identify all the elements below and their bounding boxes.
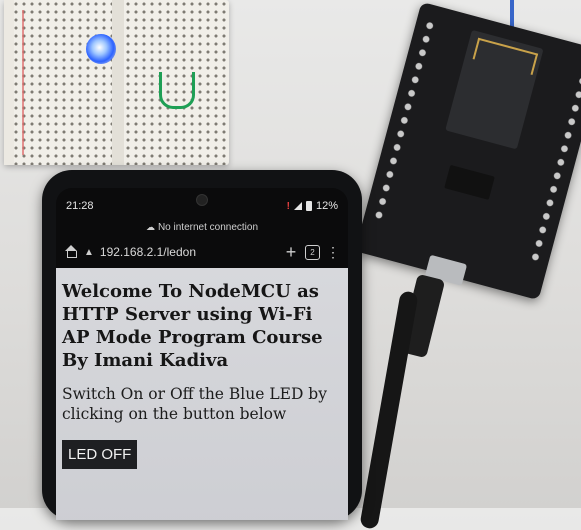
battery-level: 12% (315, 200, 338, 212)
url-field[interactable]: 192.168.2.1/ledon (100, 245, 277, 259)
network-notice-text: No internet connection (157, 222, 259, 233)
jumper-wire (159, 72, 195, 109)
tabs-icon[interactable]: 2 (305, 244, 320, 260)
nodemcu-board (354, 1, 581, 301)
smartphone: 21:28 ! 12% ☁ No internet connection ▲ 19… (42, 170, 362, 520)
usb-cable (359, 290, 419, 530)
more-vert-icon[interactable]: ⋮ (326, 245, 340, 259)
browser-toolbar: ▲ 192.168.2.1/ledon + 2 ⋮ (56, 236, 348, 268)
plus-icon[interactable]: + (283, 242, 299, 263)
status-bar: 21:28 ! 12% (56, 188, 348, 218)
blue-led (86, 34, 116, 64)
network-notice: ☁ No internet connection (56, 218, 348, 236)
status-icons: ! 12% (287, 200, 338, 212)
phone-screen: 21:28 ! 12% ☁ No internet connection ▲ 19… (56, 188, 348, 520)
no-data-icon: ! (286, 200, 290, 212)
cloud-off-icon: ☁ (145, 222, 155, 232)
front-camera (196, 194, 208, 206)
led-toggle-button[interactable]: LED OFF (62, 440, 138, 469)
web-page: Welcome To NodeMCU as HTTP Server using … (56, 268, 348, 520)
home-icon[interactable] (64, 245, 78, 259)
status-time: 21:28 (66, 200, 94, 212)
breadboard (4, 0, 229, 165)
page-title: Welcome To NodeMCU as HTTP Server using … (62, 281, 323, 371)
warning-icon[interactable]: ▲ (84, 247, 94, 258)
battery-icon (305, 201, 312, 211)
page-description: Switch On or Off the Blue LED by clickin… (62, 385, 327, 423)
signal-icon (293, 202, 302, 210)
